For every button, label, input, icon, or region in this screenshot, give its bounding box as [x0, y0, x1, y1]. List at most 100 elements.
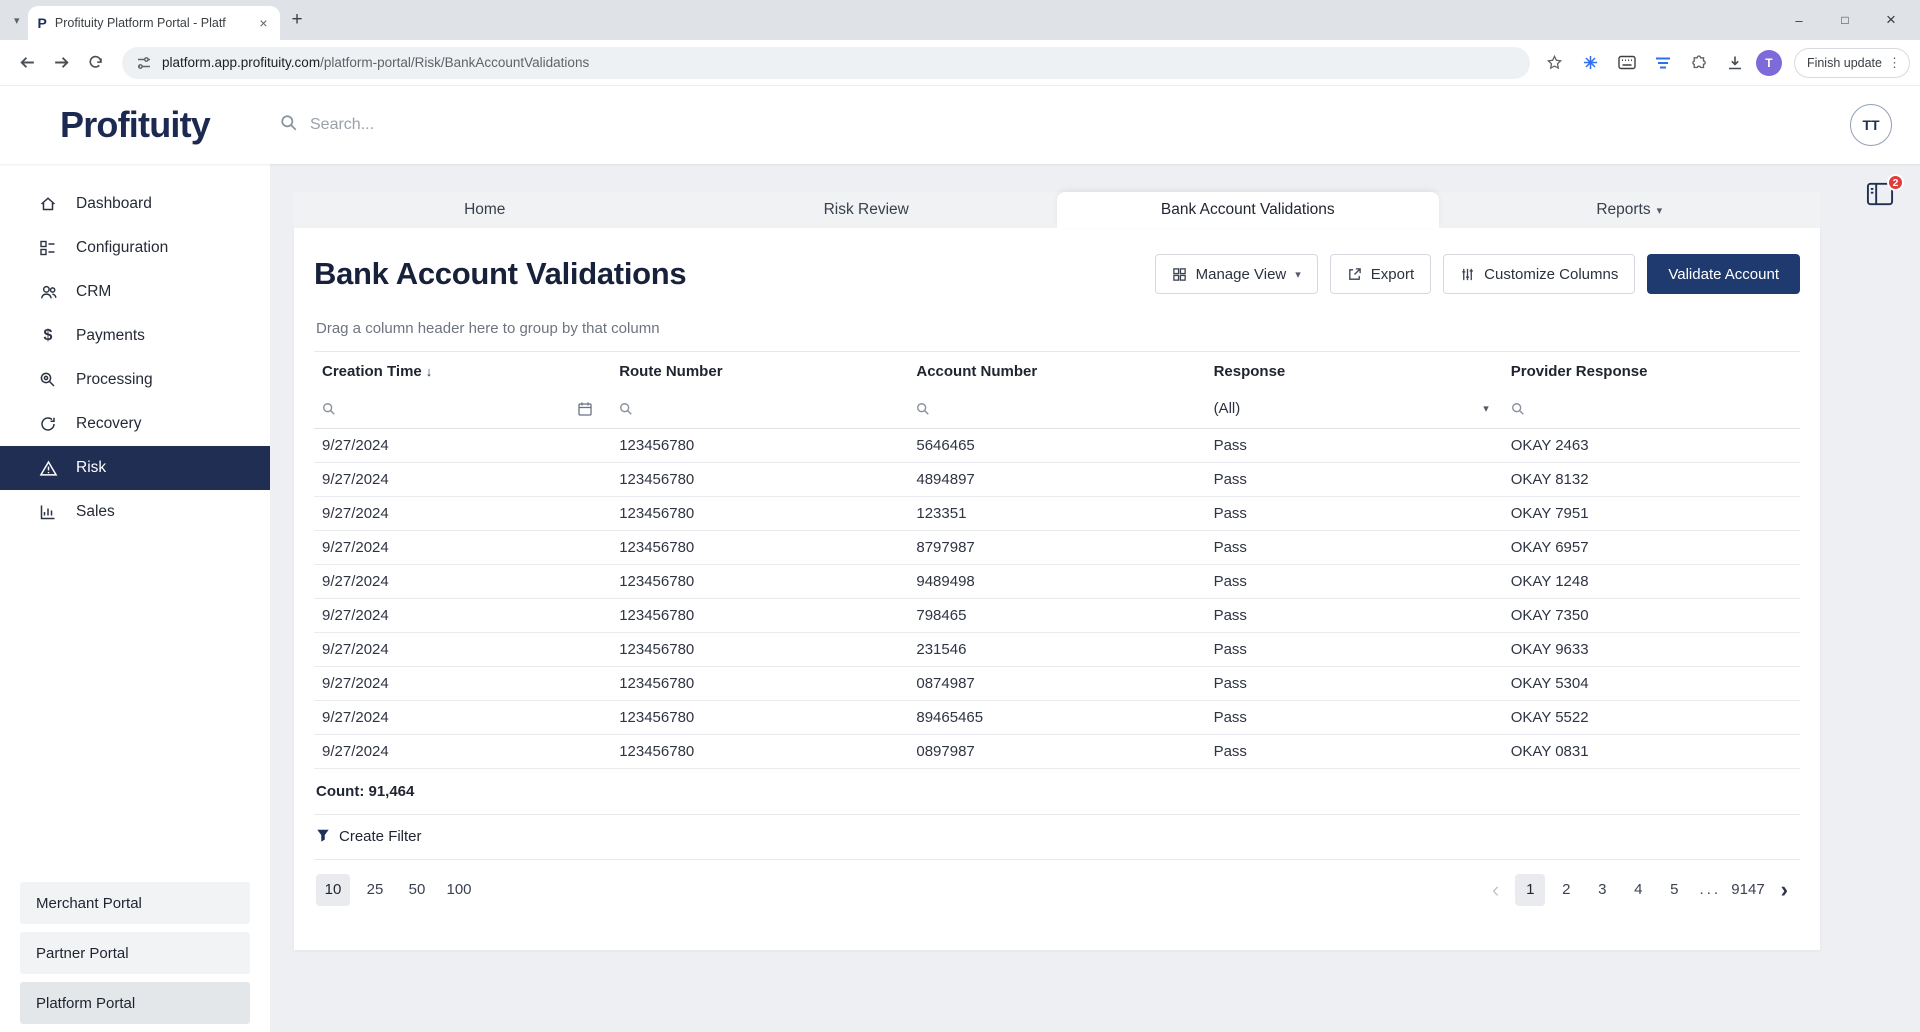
- sidebar-item-label: CRM: [76, 283, 112, 300]
- table-row[interactable]: 9/27/2024 123456780 5646465 Pass OKAY 2463: [314, 428, 1800, 463]
- page-number-9147[interactable]: 9147: [1731, 874, 1764, 906]
- page-number-1[interactable]: 1: [1515, 873, 1546, 906]
- tab-reports[interactable]: Reports ▾: [1439, 192, 1821, 228]
- extension-asterisk-icon[interactable]: [1576, 48, 1606, 78]
- tab-list-chevron-icon[interactable]: ▾: [6, 14, 28, 27]
- site-info-icon[interactable]: [136, 55, 152, 71]
- extension-keyboard-icon[interactable]: [1612, 48, 1642, 78]
- maximize-button[interactable]: □: [1822, 13, 1868, 27]
- header-row: Creation Time ↓ Route Number Account Numb…: [314, 352, 1800, 390]
- portal-merchant[interactable]: Merchant Portal: [20, 882, 250, 924]
- table-row[interactable]: 9/27/2024 123456780 231546 Pass OKAY 9633: [314, 632, 1800, 667]
- tab-label: Risk Review: [823, 201, 909, 218]
- export-button[interactable]: Export: [1329, 254, 1432, 294]
- cell-route-number: 123456780: [611, 666, 909, 701]
- column-header-response[interactable]: Response: [1206, 352, 1503, 390]
- browser-tab[interactable]: P Profituity Platform Portal - Platf ×: [27, 6, 280, 40]
- column-header-route-number[interactable]: Route Number: [611, 352, 908, 390]
- people-icon: [38, 283, 58, 302]
- page-size-100[interactable]: 100: [442, 874, 476, 906]
- sidebar-item-recovery[interactable]: Recovery: [0, 402, 270, 446]
- sidebar-item-configuration[interactable]: Configuration: [0, 226, 270, 270]
- page-size-25[interactable]: 25: [358, 874, 392, 906]
- page-number-5[interactable]: 5: [1659, 874, 1689, 906]
- table-row[interactable]: 9/27/2024 123456780 123351 Pass OKAY 7951: [314, 496, 1800, 531]
- tab-label: Bank Account Validations: [1160, 201, 1335, 218]
- search-icon: [916, 402, 930, 416]
- manage-view-button[interactable]: Manage View ▾: [1154, 254, 1318, 294]
- back-icon[interactable]: [10, 46, 44, 80]
- tab-risk-review[interactable]: Risk Review: [676, 192, 1058, 228]
- portal-platform[interactable]: Platform Portal: [20, 982, 250, 1024]
- table-row[interactable]: 9/27/2024 123456780 89465465 Pass OKAY 5522: [314, 700, 1800, 735]
- page-size-group: 10 25 50 100: [316, 873, 484, 906]
- portal-partner[interactable]: Partner Portal: [20, 932, 250, 974]
- finish-update-label: Finish update: [1806, 55, 1882, 70]
- filter-response-select[interactable]: (All) ▾: [1205, 390, 1503, 429]
- browser-profile-avatar[interactable]: T: [1755, 49, 1782, 76]
- table-row[interactable]: 9/27/2024 123456780 9489498 Pass OKAY 1248: [314, 564, 1800, 599]
- column-label: Route Number: [619, 362, 723, 380]
- sidebar-item-label: Configuration: [76, 239, 169, 256]
- cell-provider-response: OKAY 8132: [1502, 462, 1800, 497]
- url-bar[interactable]: platform.app.profituity.com/platform-por…: [122, 46, 1530, 79]
- finish-update-button[interactable]: Finish update ⋮: [1793, 47, 1910, 78]
- sidebar-item-risk[interactable]: Risk: [0, 446, 270, 490]
- column-header-creation-time[interactable]: Creation Time ↓: [314, 352, 611, 390]
- extensions-puzzle-icon[interactable]: [1684, 48, 1714, 78]
- cell-route-number: 123456780: [611, 700, 909, 735]
- table-row[interactable]: 9/27/2024 123456780 798465 Pass OKAY 7350: [314, 598, 1800, 633]
- global-search[interactable]: [280, 114, 730, 137]
- user-avatar[interactable]: TT: [1850, 104, 1892, 146]
- filter-creation-time[interactable]: [314, 390, 612, 429]
- sidebar: Dashboard Configuration CRM $ Payments P…: [0, 164, 270, 1032]
- column-label: Account Number: [916, 362, 1038, 380]
- page-number-2[interactable]: 2: [1551, 874, 1581, 906]
- reload-icon[interactable]: [78, 46, 112, 80]
- minimize-button[interactable]: –: [1776, 13, 1822, 28]
- tab-home[interactable]: Home: [294, 192, 676, 228]
- close-button[interactable]: ×: [1868, 10, 1914, 30]
- table-row[interactable]: 9/27/2024 123456780 8797987 Pass OKAY 6957: [314, 530, 1800, 565]
- tab-bank-account-validations[interactable]: Bank Account Validations: [1057, 192, 1439, 228]
- table-row[interactable]: 9/27/2024 123456780 0874987 Pass OKAY 5304: [314, 666, 1800, 701]
- sidebar-item-dashboard[interactable]: Dashboard: [0, 182, 270, 226]
- page-number-3[interactable]: 3: [1587, 874, 1617, 906]
- filter-route-number[interactable]: [611, 390, 909, 429]
- browser-menu-icon[interactable]: ⋮: [1886, 55, 1903, 71]
- sidebar-item-sales[interactable]: Sales: [0, 490, 270, 534]
- search-input[interactable]: [310, 116, 730, 134]
- page-head: Bank Account Validations Manage View ▾ E…: [294, 228, 1820, 294]
- extension-bars-icon[interactable]: [1648, 48, 1678, 78]
- new-tab-button[interactable]: +: [280, 9, 315, 31]
- chevron-right-icon[interactable]: ›: [1771, 878, 1798, 901]
- customize-columns-button[interactable]: Customize Columns: [1443, 254, 1636, 294]
- validate-account-button[interactable]: Validate Account: [1647, 254, 1800, 294]
- tab-label: Reports: [1596, 201, 1651, 218]
- side-panel-toggle[interactable]: 2: [1866, 174, 1904, 211]
- sidebar-item-label: Risk: [76, 459, 107, 476]
- sidebar-item-payments[interactable]: $ Payments: [0, 314, 270, 358]
- table-row[interactable]: 9/27/2024 123456780 0897987 Pass OKAY 0831: [314, 734, 1800, 769]
- search-icon: [280, 114, 298, 137]
- page-size-50[interactable]: 50: [400, 874, 434, 906]
- table-row[interactable]: 9/27/2024 123456780 4894897 Pass OKAY 8132: [314, 462, 1800, 497]
- sidebar-item-processing[interactable]: Processing: [0, 358, 270, 402]
- tab-close-icon[interactable]: ×: [257, 15, 269, 31]
- page-size-10[interactable]: 10: [316, 873, 350, 906]
- forward-icon[interactable]: [44, 46, 78, 80]
- filter-account-number[interactable]: [908, 390, 1206, 429]
- page-number-4[interactable]: 4: [1623, 874, 1653, 906]
- column-header-provider-response[interactable]: Provider Response: [1503, 352, 1800, 390]
- download-icon[interactable]: [1720, 48, 1750, 78]
- bookmark-star-icon[interactable]: [1540, 48, 1570, 78]
- chevron-left-icon[interactable]: ‹: [1482, 878, 1509, 901]
- sidebar-item-crm[interactable]: CRM: [0, 270, 270, 314]
- column-header-account-number[interactable]: Account Number: [908, 352, 1205, 390]
- bar-chart-icon: [38, 503, 58, 521]
- create-filter-button[interactable]: Create Filter: [314, 815, 1800, 860]
- cell-provider-response: OKAY 0831: [1502, 734, 1800, 769]
- site-favicon: P: [37, 15, 47, 31]
- filter-provider-response[interactable]: [1502, 390, 1800, 429]
- calendar-icon[interactable]: [577, 401, 593, 417]
